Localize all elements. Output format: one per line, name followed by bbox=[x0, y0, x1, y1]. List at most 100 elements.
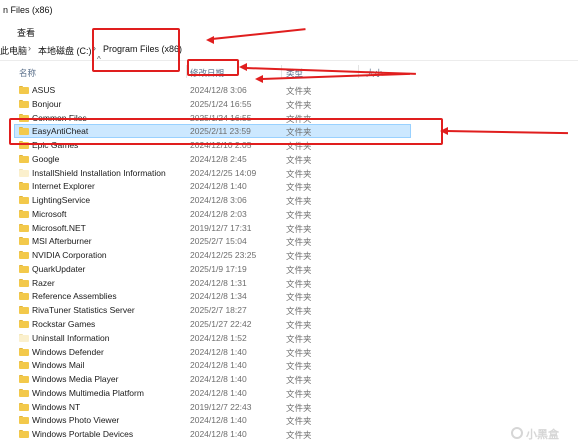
list-item[interactable]: Windows Portable Devices 2024/12/8 1:40 文件… bbox=[0, 427, 578, 441]
file-modified-date: 2024/12/8 1:40 bbox=[190, 181, 247, 192]
annotation-box-date-column bbox=[187, 59, 239, 76]
list-item[interactable]: Internet Explorer 2024/12/8 1:40 文件夹 bbox=[0, 179, 578, 193]
list-item[interactable]: QuarkUpdater 2025/1/9 17:19 文件夹 bbox=[0, 262, 578, 276]
file-name[interactable]: Reference Assemblies bbox=[32, 291, 117, 301]
file-name[interactable]: NVIDIA Corporation bbox=[32, 250, 107, 260]
breadcrumb-local-disk[interactable]: 本地磁盘 (C:) bbox=[38, 44, 92, 57]
file-name[interactable]: RivaTuner Statistics Server bbox=[32, 305, 135, 315]
file-name[interactable]: Internet Explorer bbox=[32, 181, 95, 191]
file-name[interactable]: Uninstall Information bbox=[32, 333, 109, 343]
file-name[interactable]: Windows Media Player bbox=[32, 374, 118, 384]
file-modified-date: 2024/12/8 1:52 bbox=[190, 332, 247, 343]
file-type: 文件夹 bbox=[286, 430, 312, 441]
folder-icon bbox=[19, 182, 29, 191]
file-modified-date: 2025/1/9 17:19 bbox=[190, 263, 247, 274]
folder-icon bbox=[19, 292, 29, 301]
file-modified-date: 2024/12/8 1:40 bbox=[190, 387, 247, 398]
list-item[interactable]: RivaTuner Statistics Server 2025/2/7 18:2… bbox=[0, 303, 578, 317]
folder-icon bbox=[19, 278, 29, 287]
breadcrumb-separator-icon[interactable]: › bbox=[28, 43, 31, 53]
list-item[interactable]: Uninstall Information 2024/12/8 1:52 文件夹 bbox=[0, 331, 578, 345]
file-name[interactable]: Windows Portable Devices bbox=[32, 429, 133, 439]
folder-icon bbox=[19, 99, 29, 108]
file-name[interactable]: Razer bbox=[32, 278, 55, 288]
file-name[interactable]: MSI Afterburner bbox=[32, 236, 92, 246]
list-item[interactable]: Microsoft.NET 2019/12/7 17:31 文件夹 bbox=[0, 221, 578, 235]
folder-icon bbox=[19, 402, 29, 411]
file-type: 文件夹 bbox=[286, 223, 312, 234]
list-item[interactable]: Windows Photo Viewer 2024/12/8 1:40 文件夹 bbox=[0, 413, 578, 427]
annotation-arrow-head-icon bbox=[239, 63, 247, 71]
folder-icon bbox=[19, 361, 29, 370]
folder-icon bbox=[19, 416, 29, 425]
tab-view[interactable]: 查看 bbox=[17, 26, 35, 39]
file-type: 文件夹 bbox=[286, 292, 312, 303]
file-name[interactable]: Google bbox=[32, 154, 59, 164]
file-modified-date: 2024/12/8 2:03 bbox=[190, 208, 247, 219]
list-item[interactable]: InstallShield Installation Information 20… bbox=[0, 166, 578, 180]
file-name[interactable]: Windows NT bbox=[32, 402, 80, 412]
file-name[interactable]: QuarkUpdater bbox=[32, 264, 85, 274]
file-type: 文件夹 bbox=[286, 333, 312, 344]
folder-icon bbox=[19, 196, 29, 205]
list-item[interactable]: Google 2024/12/8 2:45 文件夹 bbox=[0, 152, 578, 166]
file-type: 文件夹 bbox=[286, 320, 312, 331]
address-bar[interactable]: 此电脑 › 本地磁盘 (C:) › Program Files (x86) bbox=[0, 40, 578, 61]
annotation-box-selected-row bbox=[9, 118, 443, 145]
list-item[interactable]: Windows NT 2019/12/7 22:43 文件夹 bbox=[0, 400, 578, 414]
file-modified-date: 2024/12/8 1:40 bbox=[190, 374, 247, 385]
column-divider[interactable] bbox=[281, 65, 282, 78]
file-name[interactable]: Windows Multimedia Platform bbox=[32, 388, 144, 398]
file-modified-date: 2024/12/8 1:40 bbox=[190, 415, 247, 426]
folder-icon bbox=[19, 320, 29, 329]
file-type: 文件夹 bbox=[286, 209, 312, 220]
list-item[interactable]: Razer 2024/12/8 1:31 文件夹 bbox=[0, 276, 578, 290]
file-name[interactable]: Rockstar Games bbox=[32, 319, 95, 329]
file-name[interactable]: ASUS bbox=[32, 85, 55, 95]
file-type: 文件夹 bbox=[286, 306, 312, 317]
file-type: 文件夹 bbox=[286, 237, 312, 248]
list-item[interactable]: Windows Mail 2024/12/8 1:40 文件夹 bbox=[0, 358, 578, 372]
folder-icon bbox=[19, 430, 29, 439]
file-modified-date: 2024/12/8 3:06 bbox=[190, 85, 247, 95]
list-item[interactable]: Windows Media Player 2024/12/8 1:40 文件夹 bbox=[0, 372, 578, 386]
column-header-name[interactable]: 名称 bbox=[19, 67, 36, 79]
annotation-arrow-head-icon bbox=[255, 75, 263, 83]
file-name[interactable]: Windows Photo Viewer bbox=[32, 415, 119, 425]
file-type: 文件夹 bbox=[286, 388, 312, 399]
annotation-box-address bbox=[92, 28, 180, 72]
list-item[interactable]: Microsoft 2024/12/8 2:03 文件夹 bbox=[0, 207, 578, 221]
folder-icon bbox=[19, 86, 29, 94]
file-name[interactable]: Microsoft.NET bbox=[32, 223, 86, 233]
file-type: 文件夹 bbox=[286, 278, 312, 289]
file-modified-date: 2019/12/7 17:31 bbox=[190, 222, 252, 233]
file-modified-date: 2024/12/8 1:40 bbox=[190, 429, 247, 440]
file-type: 文件夹 bbox=[286, 86, 312, 96]
file-name[interactable]: Windows Defender bbox=[32, 347, 104, 357]
file-name[interactable]: Windows Mail bbox=[32, 360, 84, 370]
folder-icon bbox=[19, 333, 29, 342]
file-name[interactable]: LightingService bbox=[32, 195, 90, 205]
file-modified-date: 2024/12/25 23:25 bbox=[190, 250, 257, 261]
breadcrumb-this-pc[interactable]: 此电脑 bbox=[0, 44, 27, 57]
list-item[interactable]: LightingService 2024/12/8 3:06 文件夹 bbox=[0, 193, 578, 207]
file-name[interactable]: Microsoft bbox=[32, 209, 66, 219]
list-item[interactable]: Windows Multimedia Platform 2024/12/8 1:4… bbox=[0, 386, 578, 400]
file-name[interactable]: InstallShield Installation Information bbox=[32, 168, 166, 178]
list-item[interactable]: Windows Defender 2024/12/8 1:40 文件夹 bbox=[0, 345, 578, 359]
file-modified-date: 2019/12/7 22:43 bbox=[190, 401, 252, 412]
list-item[interactable]: ASUS 2024/12/8 3:06 文件夹 bbox=[0, 83, 578, 97]
list-item[interactable]: Reference Assemblies 2024/12/8 1:34 文件夹 bbox=[0, 289, 578, 303]
folder-icon bbox=[19, 264, 29, 273]
list-item[interactable]: Bonjour 2025/1/24 16:55 文件夹 bbox=[0, 97, 578, 111]
file-modified-date: 2025/1/24 16:55 bbox=[190, 98, 252, 109]
file-name[interactable]: Bonjour bbox=[32, 99, 61, 109]
folder-icon bbox=[19, 388, 29, 397]
list-item[interactable]: NVIDIA Corporation 2024/12/25 23:25 文件夹 bbox=[0, 248, 578, 262]
list-item[interactable]: MSI Afterburner 2025/2/7 15:04 文件夹 bbox=[0, 234, 578, 248]
file-type: 文件夹 bbox=[286, 168, 312, 179]
list-item[interactable]: Rockstar Games 2025/1/27 22:42 文件夹 bbox=[0, 317, 578, 331]
file-type: 文件夹 bbox=[286, 264, 312, 275]
file-modified-date: 2025/2/7 18:27 bbox=[190, 305, 247, 316]
file-modified-date: 2024/12/8 1:40 bbox=[190, 360, 247, 371]
